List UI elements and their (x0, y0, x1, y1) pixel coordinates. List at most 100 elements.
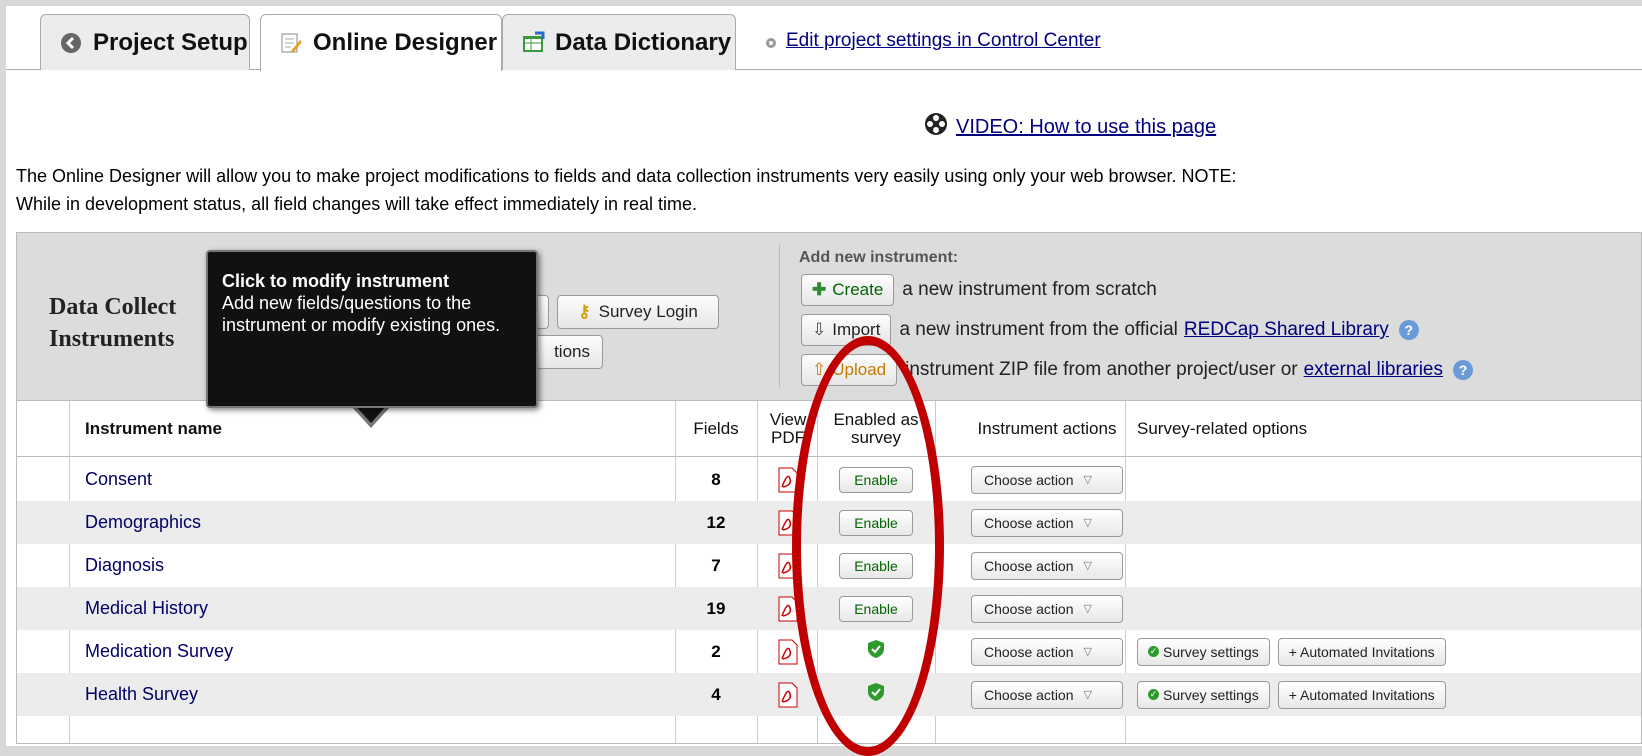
header-instrument-name: Instrument name (85, 419, 222, 438)
control-center-link[interactable]: Edit project settings in Control Center (786, 30, 1101, 52)
enable-cell: Enable (823, 544, 929, 587)
survey-settings-label: Survey settings (1163, 643, 1259, 660)
notifications-button-label: tions (554, 342, 590, 361)
intro-text: The Online Designer will allow you to ma… (16, 166, 1237, 214)
action-cell: Choose action ▽ (947, 630, 1147, 673)
tab-bar: Project Setup Online Designer Data Dicti… (6, 6, 1642, 71)
survey-settings-label: Survey settings (1163, 686, 1259, 703)
field-count: 7 (711, 555, 721, 575)
instrument-name-link[interactable]: Medication Survey (85, 630, 233, 673)
shared-library-link[interactable]: REDCap Shared Library (1184, 319, 1389, 341)
pdf-icon[interactable] (765, 458, 811, 501)
action-cell: Choose action ▽ (947, 458, 1147, 501)
enable-cell: Enable (823, 587, 929, 630)
help-icon[interactable]: ? (1453, 360, 1474, 380)
chevron-down-icon: ▽ (1083, 517, 1092, 529)
tab-project-setup[interactable]: Project Setup (40, 14, 250, 70)
pdf-icon[interactable] (765, 501, 811, 544)
film-reel-icon (924, 112, 948, 142)
choose-action-dropdown[interactable]: Choose action ▽ (971, 680, 1123, 709)
page: Project Setup Online Designer Data Dicti… (6, 6, 1642, 756)
enable-cell: Enable (823, 501, 929, 544)
chevron-down-icon: ▽ (1083, 603, 1092, 615)
check-icon: ✓ (1148, 646, 1159, 657)
choose-action-dropdown[interactable]: Choose action ▽ (971, 508, 1123, 537)
field-count: 2 (711, 641, 721, 661)
chevron-down-icon: ▽ (1083, 646, 1092, 658)
create-button[interactable]: ✚ Create (801, 274, 895, 306)
key-icon: ⚷ (578, 302, 591, 321)
help-icon[interactable]: ? (1398, 320, 1419, 340)
instrument-name-link[interactable]: Medical History (85, 587, 208, 630)
header-enabled-as-survey: Enabled as survey (833, 410, 919, 447)
field-count: 12 (706, 512, 726, 532)
upload-button[interactable]: ⇧ Upload (801, 354, 898, 386)
choose-action-label: Choose action (984, 471, 1074, 488)
enable-survey-button[interactable]: Enable (839, 466, 913, 493)
field-count: 4 (711, 684, 721, 704)
action-cell: Choose action ▽ (947, 673, 1147, 716)
check-icon: ✓ (1148, 689, 1159, 700)
choose-action-dropdown[interactable]: Choose action ▽ (971, 637, 1123, 666)
choose-action-label: Choose action (984, 600, 1074, 617)
automated-invitations-button[interactable]: + Automated Invitations (1277, 637, 1446, 666)
automated-invitations-button[interactable]: + Automated Invitations (1277, 680, 1446, 709)
table-row: Demographics 12 Enable Choose action ▽ (17, 501, 1641, 544)
instrument-name-link[interactable]: Demographics (85, 501, 201, 544)
import-button[interactable]: ⇩ Import (801, 314, 892, 346)
table-row: Consent 8 Enable Choose action ▽ (17, 458, 1641, 501)
choose-action-dropdown[interactable]: Choose action ▽ (971, 594, 1123, 623)
survey-options-cell: ✓ Survey settings + Automated Invitations (1137, 630, 1454, 673)
pdf-icon[interactable] (765, 544, 811, 587)
import-row: ⇩ Import a new instrument from the offic… (801, 313, 1419, 347)
survey-options-cell: ✓ Survey settings + Automated Invitations (1137, 673, 1454, 716)
survey-login-label: Survey Login (598, 302, 698, 321)
import-label: Import (832, 320, 881, 339)
header-instrument-actions: Instrument actions (977, 419, 1117, 438)
external-libraries-link[interactable]: external libraries (1304, 359, 1443, 381)
tooltip-body: Add new fields/questions to the instrume… (222, 293, 501, 335)
pencil-page-icon (279, 31, 303, 55)
tab-online-designer[interactable]: Online Designer (260, 14, 502, 71)
create-text: a new instrument from scratch (902, 279, 1157, 300)
choose-action-dropdown[interactable]: Choose action ▽ (971, 465, 1123, 494)
table-row: Diagnosis 7 Enable Choose action ▽ (17, 544, 1641, 587)
plus-icon: ✚ (812, 280, 827, 299)
choose-action-label: Choose action (984, 514, 1074, 531)
create-row: ✚ Create a new instrument from scratch (801, 273, 1157, 307)
pdf-icon[interactable] (765, 673, 811, 716)
upload-label: Upload (832, 360, 887, 379)
header-view-pdf: View PDF (769, 410, 807, 447)
choose-action-label: Choose action (984, 686, 1074, 703)
pdf-icon[interactable] (765, 630, 811, 673)
instrument-name-link[interactable]: Consent (85, 458, 152, 501)
shield-check-icon (867, 682, 885, 707)
enable-cell (823, 673, 929, 716)
back-arrow-icon (59, 31, 83, 55)
upload-row: ⇧ Upload instrument ZIP file from anothe… (801, 353, 1474, 387)
pdf-icon[interactable] (765, 587, 811, 630)
choose-action-label: Choose action (984, 557, 1074, 574)
survey-settings-button[interactable]: ✓ Survey settings (1137, 680, 1270, 709)
enable-cell: Enable (823, 458, 929, 501)
divider (779, 245, 780, 387)
instrument-name-link[interactable]: Diagnosis (85, 544, 164, 587)
enable-survey-button[interactable]: Enable (839, 595, 913, 622)
enable-cell (823, 630, 929, 673)
tab-data-dictionary[interactable]: Data Dictionary (502, 14, 736, 70)
survey-settings-button[interactable]: ✓ Survey settings (1137, 637, 1270, 666)
action-cell: Choose action ▽ (947, 544, 1147, 587)
tooltip: Click to modify instrument Add new field… (206, 250, 538, 408)
table-row: Health Survey 4 Choose action ▽ ✓ Survey s… (17, 673, 1641, 716)
instrument-name-link[interactable]: Health Survey (85, 673, 198, 716)
survey-login-button[interactable]: ⚷ Survey Login (557, 295, 719, 329)
add-new-heading: Add new instrument: (799, 249, 959, 266)
enable-survey-button[interactable]: Enable (839, 552, 913, 579)
choose-action-dropdown[interactable]: Choose action ▽ (971, 551, 1123, 580)
header-survey-options: Survey-related options (1137, 419, 1308, 438)
video-link[interactable]: VIDEO: How to use this page (956, 116, 1216, 139)
field-count: 8 (711, 469, 721, 489)
tab-label: Data Dictionary (555, 28, 732, 56)
enable-survey-button[interactable]: Enable (839, 509, 913, 536)
chevron-down-icon: ▽ (1083, 474, 1092, 486)
